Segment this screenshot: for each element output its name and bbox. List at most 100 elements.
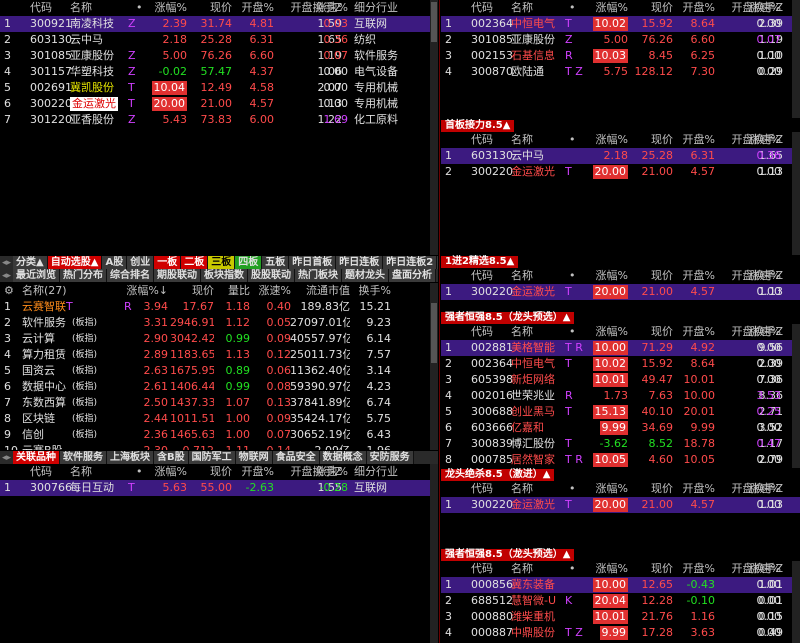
tab-bottom_tabs-0[interactable]: 关联品种	[13, 451, 61, 464]
table-row[interactable]: 1 云赛智联 T R 3.94 17.67 1.18 0.40 189.83亿 15.21	[0, 299, 438, 315]
col-turnover[interactable]: 换手%	[355, 283, 391, 299]
col-name[interactable]: 名称	[511, 268, 571, 284]
tab-mid_tabs1-2[interactable]: A股	[102, 256, 128, 269]
table-row[interactable]: 1 300220 金运激光 T 20.00 21.00 4.57 1.13 0.00	[441, 497, 800, 513]
tab-mid_tabs1-5[interactable]: 二板	[181, 256, 209, 269]
col-price[interactable]: 现价	[631, 324, 673, 340]
table-row[interactable]: 2 软件服务 (板指) 3.31 2946.91 1.12 0.05 27097.01亿 9.2…	[0, 315, 438, 331]
col-speed[interactable]: 涨速%	[741, 481, 781, 497]
scrollbar[interactable]	[792, 0, 800, 118]
col-name[interactable]: 名称	[70, 0, 130, 16]
table-row[interactable]: 2 603130 云中马 2.18 25.28 6.31 1.65 0.36 纺织	[0, 32, 438, 48]
table-row[interactable]: 10云赛B股2.300.7121.110.142.09亿1.96	[0, 443, 438, 450]
col-volume-ratio[interactable]: 量比	[218, 283, 250, 299]
table-row[interactable]: 7 301220 亚香股份 Z 5.43 73.83 6.00 1.22 1.69 化工原料	[0, 112, 438, 128]
table-row[interactable]: 4 000887 中鼎股份 T Z 9.99 17.28 3.63 0.49 0.00	[441, 625, 800, 641]
col-name[interactable]: 名称	[70, 464, 130, 480]
table-row[interactable]: 1 002364 中恒电气 T 10.02 15.92 8.64 2.39 0.00	[441, 16, 800, 32]
table-row[interactable]: 3 云计算 (板指) 2.90 3042.42 0.99 0.09 40557.97亿 6.14	[0, 331, 438, 347]
tab-scroll-arrows[interactable]: ◂▸	[0, 258, 13, 268]
tab-bottom_tabs-7[interactable]: 数据概念	[319, 451, 367, 464]
table-row[interactable]: 1 000856 冀东装备 10.00 12.65 -0.43 1.01 0.00	[441, 577, 800, 593]
table-row[interactable]: 2 688512 慧智微-U K 20.04 12.28 -0.10 0.01 0.00	[441, 593, 800, 609]
section-title-1[interactable]: 首板接力8.5▲	[441, 120, 515, 132]
tab-mid_tabs1-7[interactable]: 四板	[235, 256, 263, 269]
scrollbar[interactable]	[430, 464, 438, 643]
gear-icon[interactable]: ⚙	[4, 283, 18, 299]
col-name[interactable]: 名称	[511, 481, 571, 497]
tab-bottom_tabs-3[interactable]: 含B股	[154, 451, 189, 464]
col-change[interactable]: 涨幅%	[586, 324, 628, 340]
scrollbar[interactable]	[792, 324, 800, 468]
tab-mid_tabs1-3[interactable]: 创业	[127, 256, 155, 269]
col-price[interactable]: 现价	[631, 132, 673, 148]
tab-bottom_tabs-6[interactable]: 食品安全	[272, 451, 320, 464]
col-name[interactable]: 名称	[511, 132, 571, 148]
table-row[interactable]: 2 301085 亚康股份 Z 5.00 76.26 6.60 1.19 0.07	[441, 32, 800, 48]
table-row[interactable]: 3 301085 亚康股份 Z 5.00 76.26 6.60 1.19 0.07 软件服务	[0, 48, 438, 64]
col-code[interactable]: 代码	[471, 268, 515, 284]
scrollbar[interactable]	[430, 283, 438, 450]
col-industry[interactable]: 细分行业	[354, 0, 414, 16]
table-row[interactable]: 8 000785 居然智家 T R 10.05 4.60 10.05 2.79 0.00	[441, 452, 800, 468]
tab-mid_tabs1-12[interactable]: 昨涨停	[437, 256, 438, 269]
section-title-5[interactable]: 强者恒强8.5（龙头预选）▲	[441, 549, 575, 561]
col-code[interactable]: 代码	[471, 481, 515, 497]
table-row[interactable]: 4 算力租赁 (板指) 2.89 1183.65 1.13 0.12 25011.73亿 7.5…	[0, 347, 438, 363]
table-row[interactable]: 4 301157 华塑科技 Z -0.02 57.47 4.37 1.06 0.00 电气设备	[0, 64, 438, 80]
col-code[interactable]: 代码	[471, 324, 515, 340]
table-row[interactable]: 6 300220 金运激光 T 20.00 21.00 4.57 1.13 0.00 专用机械	[0, 96, 438, 112]
col-price[interactable]: 现价	[190, 464, 232, 480]
tab-bottom_tabs-8[interactable]: 安防服务	[366, 451, 414, 464]
tab-mid_tabs1-9[interactable]: 昨日首板	[289, 256, 337, 269]
table-row[interactable]: 4 002016 世荣兆业 R 1.73 7.63 10.00 8.36 3.53	[441, 388, 800, 404]
col-change[interactable]: 涨幅%	[145, 0, 187, 16]
col-speed[interactable]: 涨速%	[741, 132, 781, 148]
col-sector-change[interactable]: 涨幅%↓	[120, 283, 168, 299]
section-title-2[interactable]: 1进2精选8.5▲	[441, 256, 519, 268]
table-row[interactable]: 3 000880 潍柴重机 10.01 21.76 1.16 0.15 0.00	[441, 609, 800, 625]
table-row[interactable]: 4 300870 欧陆通 T Z 5.75 128.12 7.30 0.29 0.00	[441, 64, 800, 80]
tab-bottom_tabs-2[interactable]: 上海板块	[107, 451, 155, 464]
col-change[interactable]: 涨幅%	[586, 481, 628, 497]
col-speed[interactable]: 涨速%	[741, 0, 781, 16]
tab-mid_tabs2-3[interactable]: 期股联动	[154, 269, 202, 282]
tab-mid_tabs2-5[interactable]: 股股联动	[248, 269, 296, 282]
table-row[interactable]: 5 002691 冀凯股份 T 10.04 12.49 4.58 2.07 0.00 专用机械	[0, 80, 438, 96]
col-name[interactable]: 名称	[511, 0, 571, 16]
col-speed[interactable]: 涨速%	[310, 0, 348, 16]
col-change[interactable]: 涨幅%	[586, 268, 628, 284]
col-speed[interactable]: 涨速%	[310, 464, 348, 480]
col-sector-price[interactable]: 现价	[170, 283, 214, 299]
tab-mid_tabs2-6[interactable]: 热门板块	[295, 269, 343, 282]
table-row[interactable]: 1 603130 云中马 2.18 25.28 6.31 1.65 0.36	[441, 148, 800, 164]
col-change[interactable]: 涨幅%	[586, 132, 628, 148]
col-sector-name[interactable]: 名称(27)	[22, 283, 92, 299]
tab-scroll-arrows-2[interactable]: ◂▸	[0, 271, 13, 281]
table-row[interactable]: 2 300220 金运激光 T 20.00 21.00 4.57 1.13 0.00	[441, 164, 800, 180]
tab-mid_tabs1-8[interactable]: 五板	[262, 256, 290, 269]
table-row[interactable]: 2 002364 中恒电气 T 10.02 15.92 8.64 2.39 0.00	[441, 356, 800, 372]
table-row[interactable]: 5 300688 创业黑马 T 15.13 40.10 20.01 2.71 0.25	[441, 404, 800, 420]
table-row[interactable]: 6 603666 亿嘉和 9.99 34.69 9.99 3.52 0.00	[441, 420, 800, 436]
tab-mid_tabs2-7[interactable]: 题材龙头	[342, 269, 390, 282]
tab-mid_tabs1-1[interactable]: 自动选股▲	[47, 256, 103, 269]
table-row[interactable]: 7 300839 博汇股份 T -3.62 8.52 18.78 1.17 0.47	[441, 436, 800, 452]
scrollbar[interactable]	[430, 0, 438, 255]
col-code[interactable]: 代码	[471, 0, 515, 16]
table-row[interactable]: 1 300220 金运激光 T 20.00 21.00 4.57 1.13 0.00	[441, 284, 800, 300]
scrollbar[interactable]	[792, 132, 800, 255]
table-row[interactable]: 8 区块链 (板指) 2.44 1011.51 1.00 0.09 35424.17亿 5.75	[0, 411, 438, 427]
col-change[interactable]: 涨幅%	[145, 464, 187, 480]
tab-bottom_tabs-1[interactable]: 软件服务	[60, 451, 108, 464]
tab-mid_tabs1-0[interactable]: 分类▲	[13, 256, 48, 269]
section-title-4[interactable]: 龙头绝杀8.5（激进）▲	[441, 469, 555, 481]
table-row[interactable]: 3 002153 石基信息 R 10.03 8.45 6.25 1.10 0.00	[441, 48, 800, 64]
tab-mid_tabs2-2[interactable]: 综合排名	[107, 269, 155, 282]
section-title-3[interactable]: 强者恒强8.5（龙头预选）▲	[441, 312, 575, 324]
table-row[interactable]: 3 605398 新炬网络 10.01 49.47 10.01 7.36 0.00	[441, 372, 800, 388]
table-row[interactable]: 5 国资云 (板指) 2.63 1675.95 0.89 0.06 11362.40亿 3.14	[0, 363, 438, 379]
col-sector-speed[interactable]: 涨速%	[255, 283, 291, 299]
scrollbar[interactable]	[792, 561, 800, 643]
tab-mid_tabs2-4[interactable]: 板块指数	[201, 269, 249, 282]
